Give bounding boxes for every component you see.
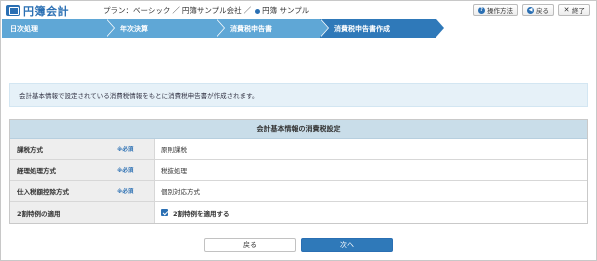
row-label: 2割特例の適用 (10, 202, 155, 223)
row-label: 経理処理方式 ※必須 (10, 160, 155, 180)
step-tail (436, 19, 596, 38)
plan-separator-2: ／ (243, 6, 252, 15)
exit-button[interactable]: ✕ 終了 (558, 4, 590, 16)
back-arrow-icon: ◀ (527, 6, 534, 14)
step-breadcrumb: 日次処理 年次決算 消費税申告書 消費税申告書作成 (2, 19, 596, 38)
row-value: 税抜処理 (161, 167, 187, 175)
table-row-tax-method: 課税方式 ※必須 原則課税 (10, 139, 587, 160)
help-button-label: 操作方法 (487, 7, 513, 15)
plan-label: プラン：ベーシック (103, 6, 171, 15)
required-mark: ※必須 (117, 168, 134, 174)
step-tax-return-create[interactable]: 消費税申告書作成 (320, 19, 445, 38)
exit-button-label: 終了 (572, 7, 585, 15)
special-20pct-checkbox[interactable] (161, 209, 168, 216)
step-tax-return[interactable]: 消費税申告書 (216, 19, 329, 38)
table-row-accounting-method: 経理処理方式 ※必須 税抜処理 (10, 160, 587, 181)
help-button[interactable]: ? 操作方法 (473, 4, 518, 16)
step-annual-closing[interactable]: 年次決算 (106, 19, 225, 38)
step-label: 年次決算 (120, 24, 148, 33)
step-daily[interactable]: 日次処理 (2, 19, 115, 38)
info-text: 会計基本情報で設定されている消費税情報をもとに消費税申告書が作成されます。 (19, 92, 259, 100)
user-dot-icon (255, 8, 261, 14)
user-name: 円簿 サンプル (262, 6, 310, 15)
row-label-text: 2割特例の適用 (17, 209, 61, 218)
required-mark: ※必須 (117, 189, 134, 195)
company-name: 円簿サンプル会社 (181, 6, 242, 15)
row-label: 仕入税額控除方式 ※必須 (10, 181, 155, 201)
back-header-button[interactable]: ◀ 戻る (522, 4, 554, 16)
step-label: 日次処理 (10, 24, 38, 33)
step-label: 消費税申告書 (230, 24, 272, 33)
close-icon: ✕ (563, 5, 570, 14)
app-logo[interactable]: 円簿会計 (6, 3, 69, 19)
back-button[interactable]: 戻る (204, 238, 296, 252)
back-header-label: 戻る (536, 7, 549, 15)
table-title: 会計基本情報の消費税設定 (10, 120, 587, 139)
app-window: 円簿会計 プラン：ベーシック／円簿サンプル会社／円簿 サンプル ? 操作方法 ◀… (0, 0, 597, 261)
next-button[interactable]: 次へ (301, 238, 393, 252)
checkbox-label[interactable]: 2割特例を適用する (173, 208, 230, 218)
plan-info: プラン：ベーシック／円簿サンプル会社／円簿 サンプル (103, 5, 309, 16)
row-value: 個別対応方式 (161, 188, 200, 196)
table-row-20pct-special: 2割特例の適用 2割特例を適用する (10, 202, 587, 223)
row-label-text: 仕入税額控除方式 (17, 188, 69, 196)
row-value: 原則課税 (161, 146, 187, 154)
step-label: 消費税申告書作成 (334, 24, 390, 33)
row-label-text: 経理処理方式 (17, 167, 56, 175)
required-mark: ※必須 (117, 147, 134, 153)
row-label: 課税方式 ※必須 (10, 139, 155, 159)
header-buttons: ? 操作方法 ◀ 戻る ✕ 終了 (473, 4, 590, 16)
row-value: 2割特例を適用する (155, 202, 587, 223)
header-bar: 円簿会計 プラン：ベーシック／円簿サンプル会社／円簿 サンプル ? 操作方法 ◀… (2, 2, 596, 19)
logo-text: 円簿会計 (23, 4, 69, 18)
question-icon: ? (478, 6, 485, 14)
row-label-text: 課税方式 (17, 146, 43, 154)
table-row-deduction-method: 仕入税額控除方式 ※必須 個別対応方式 (10, 181, 587, 202)
logo-icon (6, 5, 20, 16)
tax-settings-table: 会計基本情報の消費税設定 課税方式 ※必須 原則課税 経理処理方式 ※必須 税抜… (9, 119, 588, 224)
info-message: 会計基本情報で設定されている消費税情報をもとに消費税申告書が作成されます。 (9, 83, 588, 107)
plan-separator: ／ (172, 6, 180, 15)
